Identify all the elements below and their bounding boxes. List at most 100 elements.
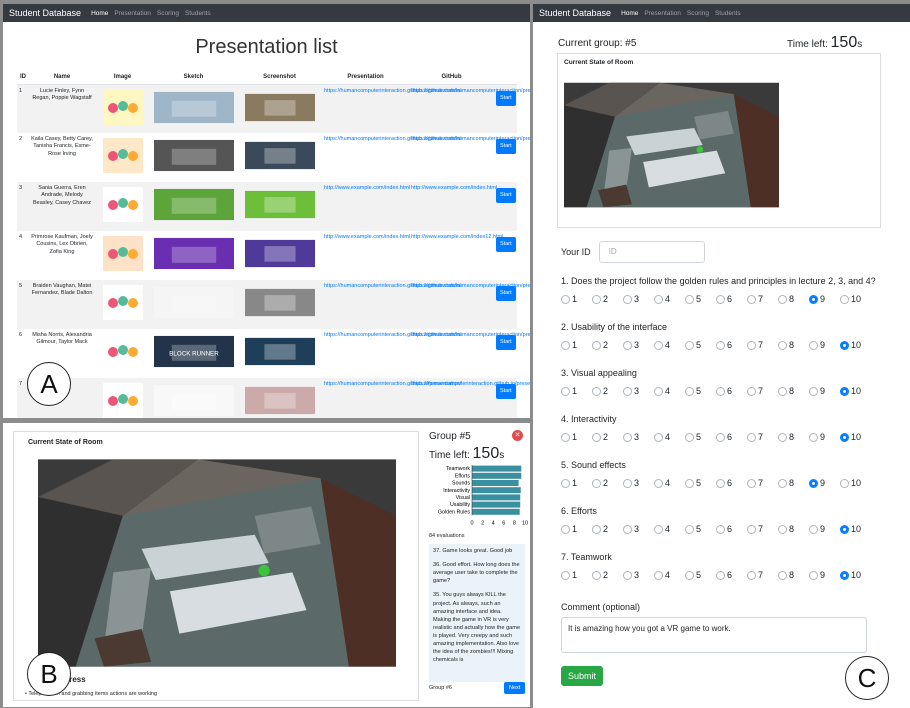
radio-button[interactable] xyxy=(840,340,849,350)
radio-button[interactable] xyxy=(654,524,663,534)
radio-button[interactable] xyxy=(716,478,725,488)
rating-option[interactable]: 4 xyxy=(654,340,685,350)
radio-button[interactable] xyxy=(747,386,756,396)
radio-button[interactable] xyxy=(623,294,632,304)
rating-option[interactable]: 2 xyxy=(592,432,623,442)
nav-brand[interactable]: Student Database xyxy=(9,8,81,18)
radio-button[interactable] xyxy=(623,340,632,350)
comment-textarea[interactable]: It is amazing how you got a VR game to w… xyxy=(561,617,867,653)
radio-button[interactable] xyxy=(685,478,694,488)
rating-option[interactable]: 8 xyxy=(778,340,809,350)
submit-button[interactable]: Submit xyxy=(561,666,604,686)
presentation-link[interactable]: https://humancomputerinteraction.github.… xyxy=(322,378,461,418)
radio-button[interactable] xyxy=(623,524,632,534)
rating-option[interactable]: 5 xyxy=(685,340,716,350)
radio-button[interactable] xyxy=(654,294,663,304)
radio-button[interactable] xyxy=(778,340,787,350)
nav-home[interactable]: Home xyxy=(91,10,108,17)
rating-option[interactable]: 5 xyxy=(685,294,716,304)
rating-option[interactable]: 6 xyxy=(716,340,747,350)
rating-option[interactable]: 7 xyxy=(747,340,778,350)
radio-button[interactable] xyxy=(592,294,601,304)
radio-button[interactable] xyxy=(778,432,787,442)
rating-option[interactable]: 9 xyxy=(809,340,840,350)
radio-button[interactable] xyxy=(685,340,694,350)
rating-option[interactable]: 8 xyxy=(778,386,809,396)
rating-option[interactable]: 4 xyxy=(654,432,685,442)
close-icon[interactable]: ✕ xyxy=(512,430,523,441)
radio-button[interactable] xyxy=(623,570,632,580)
rating-option[interactable]: 2 xyxy=(592,478,623,488)
start-button[interactable]: Start xyxy=(496,237,516,253)
rating-option[interactable]: 1 xyxy=(561,524,592,534)
rating-option[interactable]: 5 xyxy=(685,432,716,442)
rating-option[interactable]: 8 xyxy=(778,478,809,488)
radio-button[interactable] xyxy=(685,524,694,534)
rating-option[interactable]: 6 xyxy=(716,294,747,304)
rating-option[interactable]: 6 xyxy=(716,570,747,580)
radio-button[interactable] xyxy=(747,478,756,488)
rating-option[interactable]: 7 xyxy=(747,294,778,304)
rating-option[interactable]: 6 xyxy=(716,478,747,488)
radio-button[interactable] xyxy=(623,478,632,488)
radio-button[interactable] xyxy=(809,294,818,304)
rating-option[interactable]: 2 xyxy=(592,524,623,534)
rating-option[interactable]: 8 xyxy=(778,432,809,442)
radio-button[interactable] xyxy=(561,340,570,350)
radio-button[interactable] xyxy=(809,340,818,350)
rating-option[interactable]: 9 xyxy=(809,432,840,442)
start-button[interactable]: Start xyxy=(496,335,516,351)
radio-button[interactable] xyxy=(747,524,756,534)
radio-button[interactable] xyxy=(809,570,818,580)
nav-scoring[interactable]: Scoring xyxy=(157,10,179,17)
rating-option[interactable]: 6 xyxy=(716,524,747,534)
github-link[interactable]: https://github.com/humancomputerinteract… xyxy=(409,133,530,182)
radio-button[interactable] xyxy=(654,386,663,396)
radio-button[interactable] xyxy=(623,386,632,396)
radio-button[interactable] xyxy=(716,386,725,396)
rating-option[interactable]: 3 xyxy=(623,432,654,442)
radio-button[interactable] xyxy=(592,340,601,350)
rating-option[interactable]: 4 xyxy=(654,524,685,534)
radio-button[interactable] xyxy=(778,294,787,304)
nav-students[interactable]: Students xyxy=(185,10,211,17)
id-input[interactable]: ID xyxy=(598,241,705,263)
start-button[interactable]: Start xyxy=(496,139,516,155)
next-button[interactable]: Next xyxy=(504,682,526,694)
radio-button[interactable] xyxy=(809,524,818,534)
radio-button[interactable] xyxy=(809,386,818,396)
radio-button[interactable] xyxy=(654,478,663,488)
radio-button[interactable] xyxy=(592,570,601,580)
rating-option[interactable]: 9 xyxy=(809,386,840,396)
nav-brand[interactable]: Student Database xyxy=(539,8,611,18)
radio-button[interactable] xyxy=(592,432,601,442)
rating-option[interactable]: 8 xyxy=(778,570,809,580)
radio-button[interactable] xyxy=(561,294,570,304)
rating-option[interactable]: 4 xyxy=(654,570,685,580)
radio-button[interactable] xyxy=(623,432,632,442)
rating-option[interactable]: 1 xyxy=(561,386,592,396)
rating-option[interactable]: 5 xyxy=(685,386,716,396)
rating-option[interactable]: 6 xyxy=(716,432,747,442)
rating-option[interactable]: 4 xyxy=(654,294,685,304)
radio-button[interactable] xyxy=(654,340,663,350)
rating-option[interactable]: 9 xyxy=(809,294,840,304)
start-button[interactable]: Start xyxy=(496,286,516,302)
radio-button[interactable] xyxy=(592,386,601,396)
rating-option[interactable]: 5 xyxy=(685,524,716,534)
rating-option[interactable]: 2 xyxy=(592,340,623,350)
presentation-link[interactable]: https://humancomputerinteraction.github.… xyxy=(322,329,461,378)
radio-button[interactable] xyxy=(561,432,570,442)
radio-button[interactable] xyxy=(809,478,818,488)
radio-button[interactable] xyxy=(840,478,849,488)
nav-presentation[interactable]: Presentation xyxy=(644,10,681,17)
rating-option[interactable]: 7 xyxy=(747,432,778,442)
radio-button[interactable] xyxy=(654,432,663,442)
presentation-link[interactable]: http://www.example.com/index.html xyxy=(322,231,410,280)
rating-option[interactable]: 8 xyxy=(778,294,809,304)
rating-option[interactable]: 3 xyxy=(623,340,654,350)
radio-button[interactable] xyxy=(561,570,570,580)
rating-option[interactable]: 3 xyxy=(623,570,654,580)
radio-button[interactable] xyxy=(840,570,849,580)
presentation-link[interactable]: https://humancomputerinteraction.github.… xyxy=(322,133,461,182)
